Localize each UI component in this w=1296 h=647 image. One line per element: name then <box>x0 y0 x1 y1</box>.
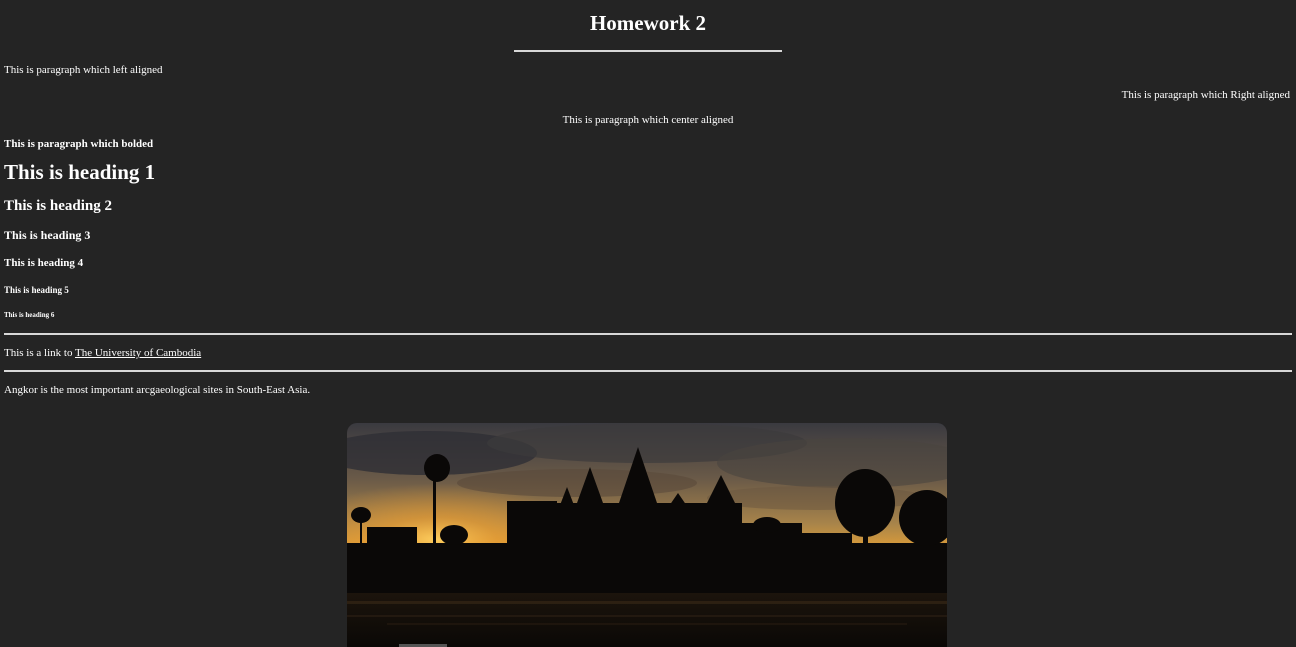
heading-1: This is heading 1 <box>4 160 156 184</box>
divider-1 <box>4 333 1292 335</box>
link-prefix: This is a link to <box>4 347 75 359</box>
heading-4: This is heading 4 <box>4 257 84 269</box>
angkor-wat-sunset-photo <box>347 423 947 647</box>
paragraph-right: This is paragraph which Right aligned <box>1121 89 1290 101</box>
paragraph-bold: This is paragraph which bolded <box>4 138 154 150</box>
page: Homework 2 This is paragraph which left … <box>0 0 1296 647</box>
page-title: Homework 2 <box>589 11 707 35</box>
heading-5: This is heading 5 <box>4 285 69 295</box>
heading-2: This is heading 2 <box>4 198 112 214</box>
title-divider <box>514 50 782 52</box>
paragraph-left: This is paragraph which left aligned <box>4 64 163 76</box>
paragraph-center: This is paragraph which center aligned <box>562 114 734 126</box>
heading-3: This is heading 3 <box>4 228 91 242</box>
angkor-wat-image <box>347 423 947 647</box>
link-paragraph: This is a link to The University of Camb… <box>4 347 1292 360</box>
angkor-paragraph: Angkor is the most important arcgaeologi… <box>4 384 311 396</box>
heading-6: This is heading 6 <box>4 311 55 319</box>
divider-2 <box>4 370 1292 372</box>
university-link[interactable]: The University of Cambodia <box>75 347 201 359</box>
